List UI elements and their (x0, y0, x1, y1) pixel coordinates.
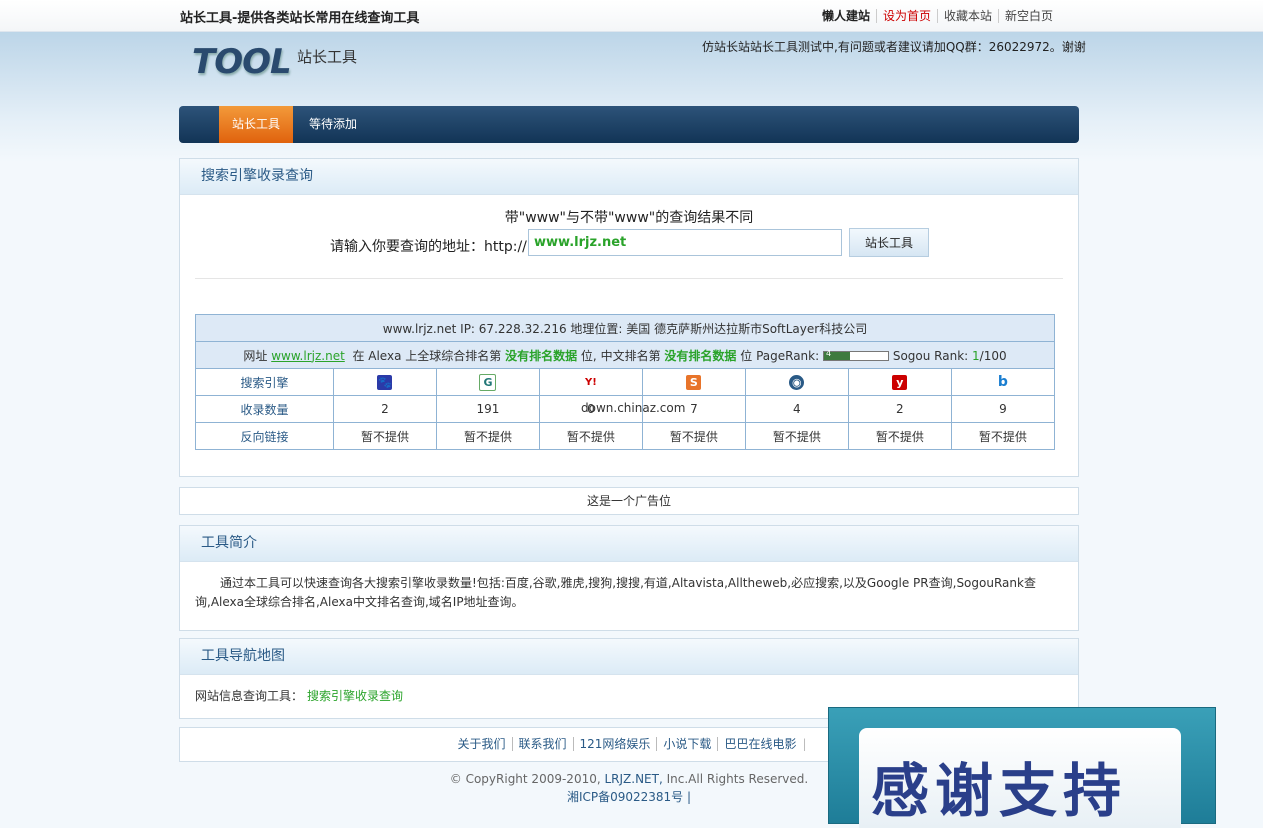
count-baidu[interactable]: 2 (333, 395, 437, 423)
row-label-count: 收录数量 (195, 395, 334, 423)
thanks-banner[interactable]: 感谢支持 (828, 707, 1216, 828)
backlinks-yahoo: 暂不提供 (538, 422, 643, 450)
youdao-icon[interactable]: y (892, 374, 908, 390)
backlinks-sogou: 暂不提供 (641, 422, 746, 450)
intro-text: 通过本工具可以快速查询各大搜索引擎收录数量!包括:百度,谷歌,雅虎,搜狗,搜搜,… (195, 576, 1036, 609)
engine-row: 搜索引擎 🐾 G Y! S ◉ y b (195, 368, 1056, 396)
logo-subtitle: 站长工具 (297, 48, 358, 66)
divider (195, 278, 1063, 279)
top-bar: 站长工具-提供各类站长常用在线查询工具 懒人建站 设为首页 收藏本站 新空白页 (0, 0, 1263, 32)
bing-icon[interactable]: b (995, 374, 1010, 390)
search-engine-panel: 搜索引擎收录查询 带"www"与不带"www"的查询结果不同 请输入你要查询的地… (179, 158, 1079, 477)
new-blank-page-link[interactable]: 新空白页 (997, 9, 1059, 23)
logo-text: TOOL (192, 42, 292, 82)
yahoo-icon[interactable]: Y! (583, 375, 598, 390)
query-label: 请输入你要查询的地址：http:// (330, 239, 527, 255)
ip-info: www.lrjz.net IP: 67.228.32.216 地理位置: 美国 … (195, 314, 1055, 342)
result-table: www.lrjz.net IP: 67.228.32.216 地理位置: 美国 … (195, 314, 1056, 450)
navmap-title: 工具导航地图 (180, 639, 1078, 675)
ad-slot[interactable]: 这是一个广告位 (179, 487, 1079, 515)
footer-link-novel[interactable]: 小说下载 (656, 737, 718, 751)
url-input[interactable] (528, 229, 842, 256)
lazy-build-link[interactable]: 懒人建站 (816, 9, 876, 23)
top-links: 懒人建站 设为首页 收藏本站 新空白页 (816, 7, 1059, 24)
main-nav: 站长工具 等待添加 (179, 106, 1079, 143)
tab-webmaster-tools[interactable]: 站长工具 (219, 106, 294, 143)
header-notice: 仿站长站站长工具测试中,有问题或者建议请加QQ群：26022972。谢谢 (702, 40, 1086, 54)
row-label-engine: 搜索引擎 (195, 368, 334, 396)
count-soso[interactable]: 4 (744, 395, 849, 423)
soso-icon[interactable]: ◉ (789, 374, 805, 390)
count-youdao[interactable]: 2 (847, 395, 952, 423)
thanks-text: 感谢支持 (871, 757, 1128, 825)
intro-title: 工具简介 (180, 526, 1078, 562)
logo[interactable]: TOOL 站长工具 (192, 42, 357, 82)
query-hint: 带"www"与不带"www"的查询结果不同 (504, 210, 754, 226)
cn-rank: 没有排名数据 (664, 348, 737, 363)
panel-title: 搜索引擎收录查询 (180, 159, 1078, 195)
google-icon[interactable]: G (479, 373, 497, 391)
count-google[interactable]: 191 (435, 395, 540, 423)
rank-row: 网址 www.lrjz.net 在 Alexa 上全球综合排名第 没有排名数据 … (195, 341, 1055, 369)
footer-link-about[interactable]: 关于我们 (451, 737, 511, 751)
intro-panel: 工具简介 通过本工具可以快速查询各大搜索引擎收录数量!包括:百度,谷歌,雅虎,搜… (179, 525, 1079, 631)
row-label-backlinks: 反向链接 (195, 422, 334, 450)
backlinks-soso: 暂不提供 (744, 422, 849, 450)
footer-link-contact[interactable]: 联系我们 (511, 737, 573, 751)
footer-link-movie[interactable]: 巴巴在线电影 (717, 737, 803, 751)
rank-info: 网址 www.lrjz.net 在 Alexa 上全球综合排名第 没有排名数据 … (195, 341, 1055, 369)
navmap-label: 网站信息查询工具： (195, 689, 304, 703)
sogou-rank: 1 (972, 348, 980, 363)
ip-row: www.lrjz.net IP: 67.228.32.216 地理位置: 美国 … (195, 314, 1055, 342)
backlinks-bing: 暂不提供 (950, 422, 1056, 450)
bookmark-link[interactable]: 收藏本站 (936, 9, 998, 23)
site-title: 站长工具-提供各类站长常用在线查询工具 (180, 11, 420, 26)
backlinks-youdao: 暂不提供 (847, 422, 952, 450)
copyright-site-link[interactable]: LRJZ.NET, (604, 772, 662, 786)
baidu-icon[interactable]: 🐾 (377, 374, 393, 390)
backlinks-google: 暂不提供 (435, 422, 540, 450)
set-homepage-link[interactable]: 设为首页 (875, 9, 937, 23)
backlinks-baidu: 暂不提供 (333, 422, 437, 450)
query-button[interactable]: 站长工具 (849, 228, 929, 257)
backlink-row: 反向链接 暂不提供 暂不提供 暂不提供 暂不提供 暂不提供 暂不提供 暂不提供 (195, 422, 1056, 450)
tab-pending[interactable]: 等待添加 (296, 106, 370, 143)
site-link[interactable]: www.lrjz.net (271, 349, 345, 363)
navmap-link[interactable]: 搜索引擎收录查询 (307, 689, 403, 703)
count-bing[interactable]: 9 (950, 395, 1056, 423)
watermark-text: down.chinaz.com (581, 401, 686, 415)
footer-link-121[interactable]: 121网络娱乐 (572, 737, 657, 751)
pagerank-bar: 4 (823, 349, 889, 361)
alexa-rank: 没有排名数据 (505, 348, 578, 363)
sogou-icon[interactable]: S (686, 374, 702, 390)
